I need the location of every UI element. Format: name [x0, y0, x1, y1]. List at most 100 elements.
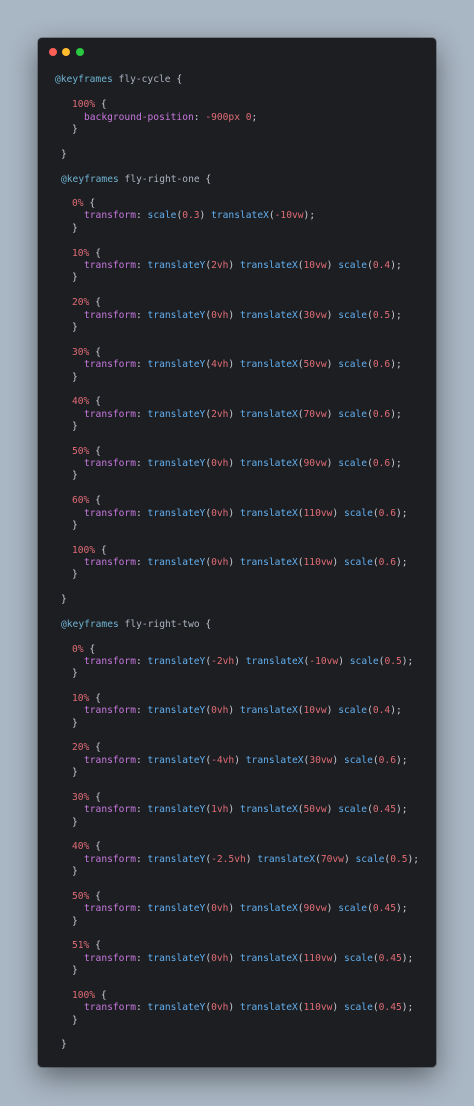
- code-token: {: [95, 545, 107, 556]
- code-token: }: [72, 817, 78, 828]
- code-token: 110vw: [303, 508, 333, 519]
- code-line: @keyframes fly-cycle {: [55, 74, 182, 86]
- code-token: 0.45: [378, 953, 402, 964]
- code-line: 50% {: [72, 891, 101, 903]
- code-token: {: [95, 99, 107, 110]
- code-token: }: [72, 718, 78, 729]
- code-token: 0.5: [390, 854, 408, 865]
- code-token: );: [395, 755, 408, 766]
- code-token: 30vw: [309, 755, 333, 766]
- code-line: transform: translateY(2vh) translateX(70…: [84, 409, 402, 421]
- code-token: transform: [84, 903, 136, 914]
- code-token: 0.6: [372, 359, 391, 370]
- code-token: ): [228, 260, 240, 271]
- code-line: }: [72, 272, 78, 284]
- code-token: scale: [338, 804, 368, 815]
- code-token: 50%: [72, 891, 90, 902]
- code-token: 0.6: [378, 755, 396, 766]
- code-token: :: [135, 557, 148, 568]
- code-token: {: [89, 495, 101, 506]
- code-token: @keyframes: [61, 619, 119, 630]
- code-token: ): [228, 804, 240, 815]
- code-token: 0vh: [211, 705, 229, 716]
- code-line: transform: translateY(2vh) translateX(10…: [84, 260, 402, 272]
- code-token: transform: [84, 260, 136, 271]
- code-line: }: [72, 1015, 78, 1027]
- code-token: ): [228, 953, 240, 964]
- code-token: transform: [84, 557, 136, 568]
- code-token: :: [135, 310, 148, 321]
- code-token: ): [228, 705, 240, 716]
- code-token: {: [89, 841, 101, 852]
- code-token: ): [199, 210, 212, 221]
- code-token: 0vh: [211, 1002, 229, 1013]
- code-token: ): [228, 458, 240, 469]
- code-token: );: [395, 508, 408, 519]
- code-token: ): [245, 854, 258, 865]
- code-token: ): [338, 656, 350, 667]
- code-token: {: [89, 693, 101, 704]
- code-line: }: [72, 520, 78, 532]
- code-token: ): [326, 409, 339, 420]
- code-token: 10vw: [303, 260, 327, 271]
- code-token: 20%: [72, 742, 90, 753]
- code-token: {: [89, 396, 101, 407]
- code-token: ): [228, 409, 240, 420]
- code-token: 110vw: [303, 557, 333, 568]
- code-token: }: [72, 1015, 78, 1026]
- code-token: {: [89, 446, 101, 457]
- code-token: );: [401, 656, 414, 667]
- code-token: scale: [338, 409, 368, 420]
- code-token: translateX: [239, 310, 298, 321]
- code-line: transform: translateY(0vh) translateX(11…: [84, 1002, 413, 1014]
- code-token: 30%: [72, 347, 90, 358]
- code-token: translateX: [239, 458, 298, 469]
- code-line: transform: translateY(0vh) translateX(10…: [84, 705, 402, 717]
- code-token: 2vh: [211, 260, 229, 271]
- code-token: 10%: [72, 693, 90, 704]
- code-token: :: [135, 755, 148, 766]
- code-token: {: [83, 644, 96, 655]
- code-line: }: [72, 322, 78, 334]
- code-token: translateX: [239, 903, 298, 914]
- code-token: :: [135, 458, 148, 469]
- code-token: {: [83, 198, 96, 209]
- code-token: transform: [84, 755, 136, 766]
- code-line: 100% {: [72, 99, 107, 111]
- code-token: scale: [338, 705, 368, 716]
- code-token: 0vh: [211, 458, 229, 469]
- code-token: }: [72, 767, 78, 778]
- code-line: }: [72, 569, 78, 581]
- code-token: }: [61, 1039, 67, 1050]
- code-token: }: [72, 668, 78, 679]
- code-token: 0%: [72, 644, 84, 655]
- code-token: }: [72, 322, 78, 333]
- code-token: fly-right-two: [118, 619, 206, 630]
- code-block: @keyframes fly-cycle {100% {background-p…: [38, 38, 436, 1067]
- code-token: 0vh: [211, 953, 229, 964]
- code-token: 10%: [72, 248, 90, 259]
- code-token: );: [407, 854, 420, 865]
- code-token: translateX: [239, 1002, 298, 1013]
- code-token: ): [343, 854, 356, 865]
- code-token: scale: [343, 508, 373, 519]
- code-token: :: [135, 1002, 148, 1013]
- code-token: :: [135, 409, 148, 420]
- code-token: :: [135, 705, 148, 716]
- code-token: scale: [343, 1002, 373, 1013]
- code-token: {: [95, 990, 107, 1001]
- code-token: 0vh: [211, 310, 229, 321]
- code-token: 20%: [72, 297, 90, 308]
- code-token: }: [72, 421, 78, 432]
- code-line: 30% {: [72, 792, 101, 804]
- code-token: 90vw: [303, 458, 327, 469]
- code-line: @keyframes fly-right-one {: [61, 174, 211, 186]
- code-token: translateY: [147, 260, 206, 271]
- code-token: translateY: [147, 705, 206, 716]
- code-token: 0.4: [372, 705, 391, 716]
- code-token: 0vh: [211, 508, 229, 519]
- code-line: 20% {: [72, 742, 101, 754]
- code-token: ): [228, 557, 240, 568]
- code-token: :: [135, 359, 148, 370]
- code-token: fly-right-one: [118, 174, 206, 185]
